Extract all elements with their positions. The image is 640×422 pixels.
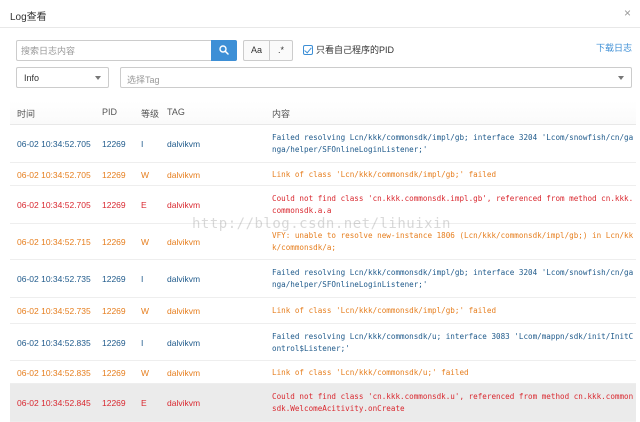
level-select[interactable]: Info	[16, 67, 109, 88]
chevron-down-icon	[618, 76, 624, 80]
cell-tag: dalvikvm	[167, 170, 201, 180]
table-row[interactable]: 06-02 10:34:52.835 12269 Wdalvikvm Link of …	[10, 361, 636, 384]
cell-message: VFY: unable to resolve new-instance 1806…	[272, 231, 634, 252]
cell-message: Link of class 'Lcn/kkk/commonsdk/u;' fai…	[272, 368, 469, 377]
cell-time: 06-02 10:34:52.705	[17, 200, 91, 210]
table-row[interactable]: 06-02 10:34:52.735 12269 Idalvikvm Failed r…	[10, 260, 636, 298]
tag-select-placeholder: 选择Tag	[127, 75, 160, 85]
cell-tag: dalvikvm	[167, 237, 201, 247]
cell-pid: 12269	[102, 338, 126, 348]
table-row[interactable]: 06-02 10:34:52.845 12269 Edalvikvm Could no…	[10, 384, 636, 422]
cell-message: Link of class 'Lcn/kkk/commonsdk/impl/gb…	[272, 170, 497, 179]
cell-time: 06-02 10:34:52.705	[17, 170, 91, 180]
cell-tag: dalvikvm	[167, 306, 201, 316]
cell-time: 06-02 10:34:52.715	[17, 237, 91, 247]
cell-time: 06-02 10:34:52.845	[17, 398, 91, 408]
cell-level: E	[141, 200, 147, 210]
regex-button[interactable]: .*	[269, 40, 293, 61]
cell-time: 06-02 10:34:52.735	[17, 306, 91, 316]
cell-pid: 12269	[102, 306, 126, 316]
cell-message: Link of class 'Lcn/kkk/commonsdk/impl/gb…	[272, 306, 497, 315]
log-table: 时间 PID 等级 TAG 内容 06-02 10:34:52.705 12269…	[10, 95, 636, 422]
chevron-down-icon	[95, 76, 101, 80]
table-row[interactable]: 06-02 10:34:52.705 12269 Wdalvikvm Link of …	[10, 163, 636, 186]
cell-pid: 12269	[102, 170, 126, 180]
search-input[interactable]	[17, 41, 212, 60]
cell-level: W	[141, 306, 150, 316]
search-box	[16, 40, 237, 61]
cell-tag: dalvikvm	[167, 338, 201, 348]
cell-time: 06-02 10:34:52.835	[17, 368, 91, 378]
cell-message: Failed resolving Lcn/kkk/commonsdk/u; in…	[272, 332, 634, 353]
cell-pid: 12269	[102, 200, 126, 210]
search-icon	[219, 45, 229, 55]
cell-time: 06-02 10:34:52.705	[17, 139, 91, 149]
cell-pid: 12269	[102, 139, 126, 149]
window-titlebar: Log查看 ×	[0, 0, 640, 28]
tag-select[interactable]: 选择Tag	[120, 67, 632, 88]
cell-level: W	[141, 368, 150, 378]
column-header-time: 时间	[17, 109, 36, 119]
table-header: 时间 PID 等级 TAG 内容	[10, 95, 636, 125]
search-button[interactable]	[211, 40, 237, 61]
match-case-button[interactable]: Aa	[243, 40, 270, 61]
cell-tag: dalvikvm	[167, 200, 201, 210]
cell-pid: 12269	[102, 274, 126, 284]
cell-tag: dalvikvm	[167, 139, 201, 149]
cell-pid: 12269	[102, 398, 126, 408]
cell-level: W	[141, 170, 150, 180]
download-log-link[interactable]: 下载日志	[596, 41, 632, 54]
table-row[interactable]: 06-02 10:34:52.835 12269 Idalvikvm Failed r…	[10, 324, 636, 361]
window-title: Log查看	[10, 12, 47, 23]
cell-level: I	[141, 139, 144, 149]
level-select-value: Info	[24, 73, 40, 83]
own-pid-label: 只看自己程序的PID	[316, 45, 395, 55]
filter-bar: Info 选择Tag	[16, 67, 634, 89]
own-pid-checkbox[interactable]	[303, 45, 313, 55]
column-header-pid: PID	[102, 107, 118, 117]
cell-pid: 12269	[102, 237, 126, 247]
cell-level: I	[141, 338, 144, 348]
cell-message: Could not find class 'cn.kkk.commonsdk.u…	[272, 392, 634, 413]
cell-tag: dalvikvm	[167, 368, 201, 378]
cell-message: Could not find class 'cn.kkk.commonsdk.i…	[272, 194, 634, 215]
cell-message: Failed resolving Lcn/kkk/commonsdk/impl/…	[272, 133, 634, 154]
cell-pid: 12269	[102, 368, 126, 378]
cell-level: W	[141, 237, 150, 247]
table-row[interactable]: 06-02 10:34:52.735 12269 Wdalvikvm Link of …	[10, 298, 636, 324]
column-header-tag: TAG	[167, 107, 185, 117]
table-row[interactable]: 06-02 10:34:52.705 12269 Idalvikvm Failed r…	[10, 125, 636, 163]
column-header-level: 等级	[141, 109, 160, 119]
cell-time: 06-02 10:34:52.835	[17, 338, 91, 348]
column-header-message: 内容	[272, 109, 291, 119]
table-row[interactable]: 06-02 10:34:52.705 12269 Edalvikvm Could no…	[10, 186, 636, 224]
cell-time: 06-02 10:34:52.735	[17, 274, 91, 284]
search-toolbar: Aa .* 只看自己程序的PID 下载日志	[16, 40, 634, 62]
cell-message: Failed resolving Lcn/kkk/commonsdk/impl/…	[272, 268, 634, 289]
close-icon[interactable]: ×	[624, 7, 631, 19]
cell-level: E	[141, 398, 147, 408]
cell-tag: dalvikvm	[167, 274, 201, 284]
table-row[interactable]: 06-02 10:34:52.715 12269 Wdalvikvm VFY: una…	[10, 224, 636, 260]
cell-level: I	[141, 274, 144, 284]
cell-tag: dalvikvm	[167, 398, 201, 408]
